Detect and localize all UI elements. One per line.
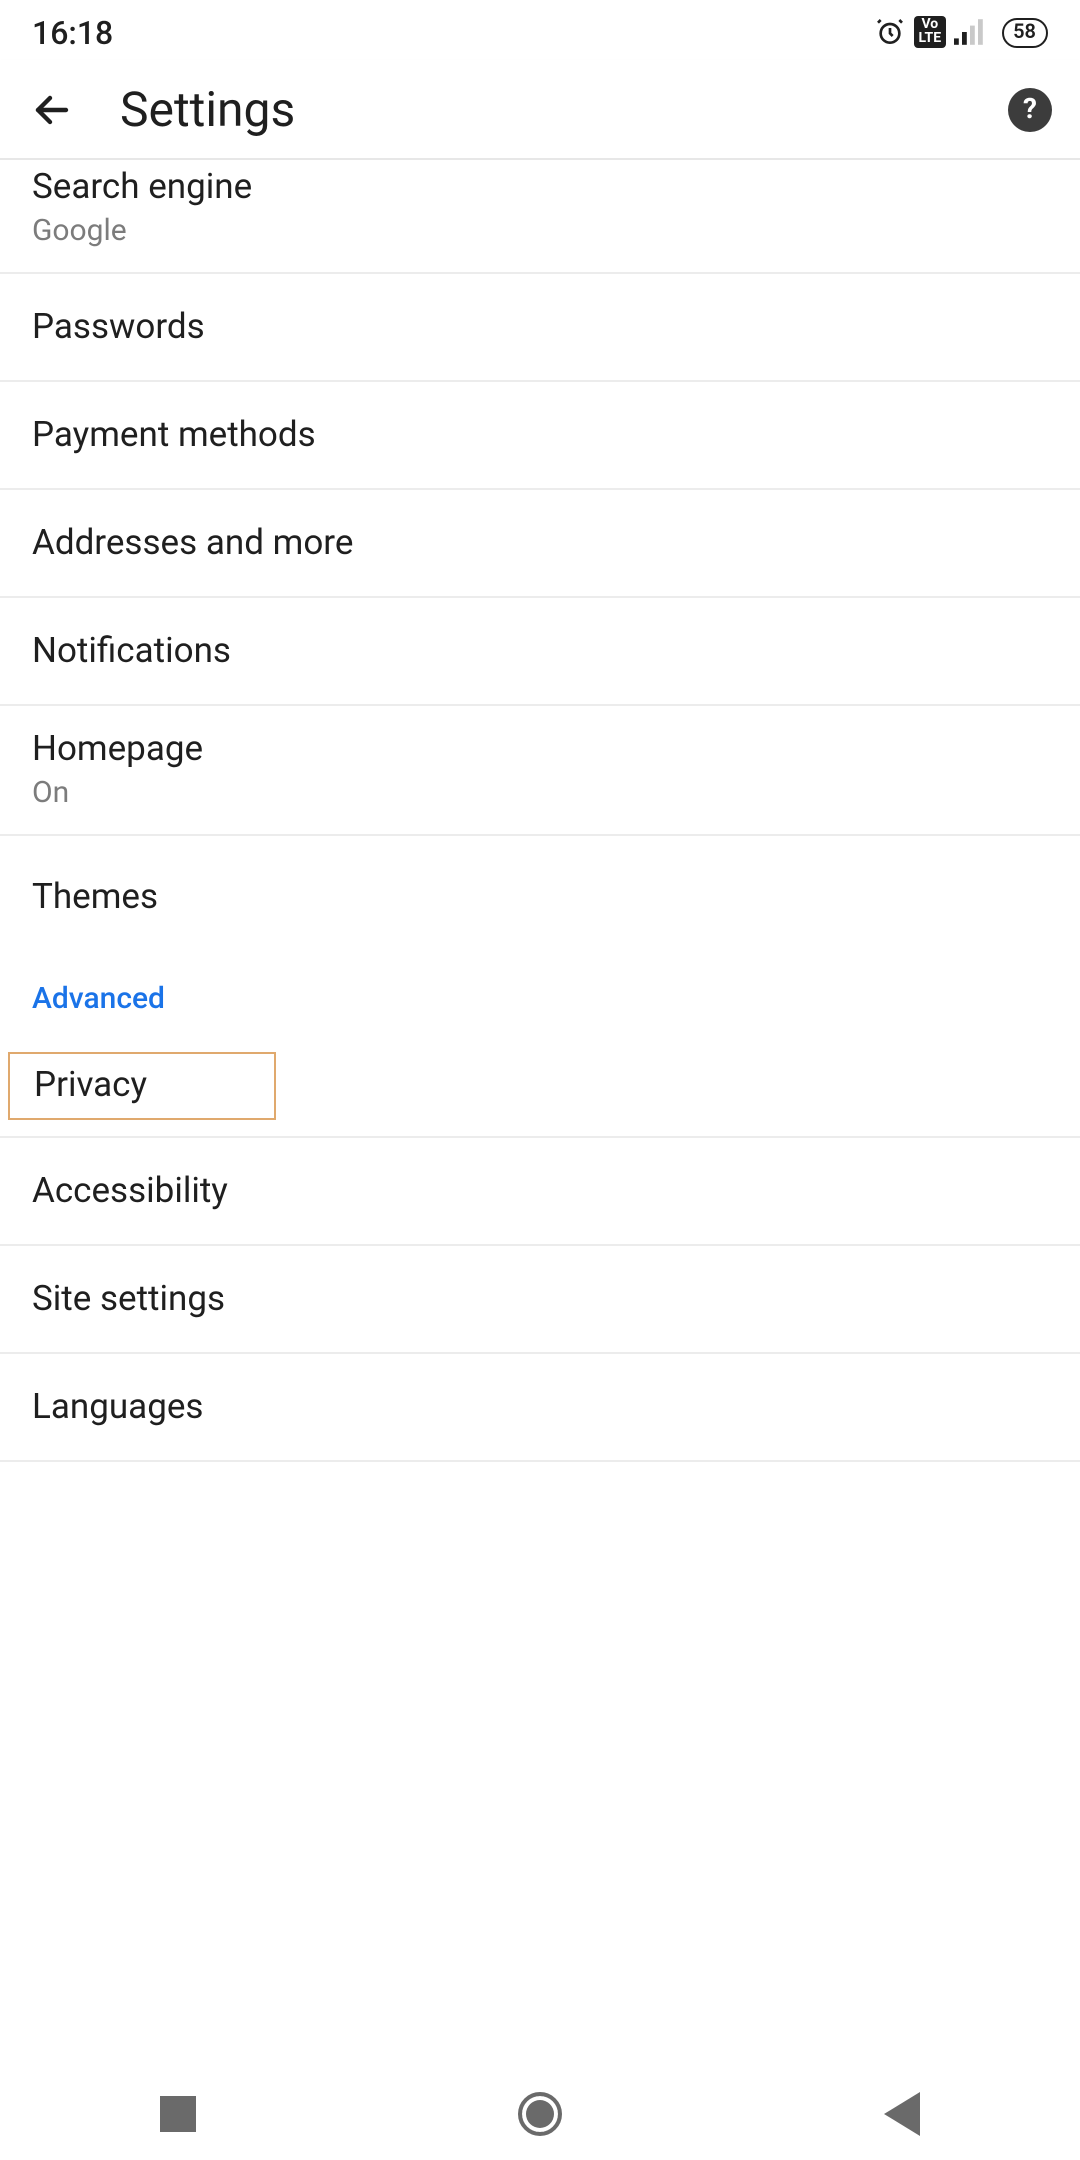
row-languages[interactable]: Languages — [0, 1354, 1080, 1462]
row-homepage[interactable]: Homepage On — [0, 706, 1080, 836]
navigation-bar — [0, 2068, 1080, 2160]
row-title: Addresses and more — [32, 523, 1048, 563]
row-notifications[interactable]: Notifications — [0, 598, 1080, 706]
battery-indicator: 58 — [1001, 17, 1048, 47]
alarm-icon — [875, 16, 907, 48]
row-subtitle: On — [32, 774, 1048, 810]
row-privacy[interactable]: Privacy — [0, 1036, 1080, 1138]
app-bar: Settings ? — [0, 60, 1080, 160]
row-search-engine[interactable]: Search engine Google — [0, 160, 1080, 274]
row-addresses[interactable]: Addresses and more — [0, 490, 1080, 598]
row-title: Passwords — [32, 307, 1048, 347]
row-title: Accessibility — [32, 1171, 1048, 1211]
row-title: Payment methods — [32, 415, 1048, 455]
status-time: 16:18 — [32, 13, 113, 51]
row-themes[interactable]: Themes — [0, 836, 1080, 944]
nav-back-button[interactable] — [883, 2092, 919, 2136]
row-title: Notifications — [32, 631, 1048, 671]
nav-home-button[interactable] — [518, 2092, 562, 2136]
row-title: Site settings — [32, 1279, 1048, 1319]
row-title: Search engine — [32, 168, 1048, 208]
nav-recents-button[interactable] — [161, 2096, 197, 2132]
settings-list: Search engine Google Passwords Payment m… — [0, 160, 1080, 2068]
volte-icon: VoLTE — [915, 16, 946, 48]
row-accessibility[interactable]: Accessibility — [0, 1138, 1080, 1246]
row-title: Privacy — [8, 1052, 276, 1120]
row-subtitle: Google — [32, 212, 1048, 248]
row-site-settings[interactable]: Site settings — [0, 1246, 1080, 1354]
help-icon[interactable]: ? — [1008, 87, 1052, 131]
row-title: Themes — [32, 878, 1048, 918]
status-bar: 16:18 VoLTE 58 — [0, 0, 1080, 60]
row-title: Homepage — [32, 730, 1048, 770]
row-payment-methods[interactable]: Payment methods — [0, 382, 1080, 490]
row-passwords[interactable]: Passwords — [0, 274, 1080, 382]
section-header-advanced: Advanced — [0, 944, 1080, 1036]
page-title: Settings — [120, 81, 964, 137]
back-button[interactable] — [28, 85, 76, 133]
row-title: Languages — [32, 1387, 1048, 1427]
signal-icon — [953, 18, 985, 46]
status-indicators: VoLTE 58 — [875, 16, 1048, 48]
